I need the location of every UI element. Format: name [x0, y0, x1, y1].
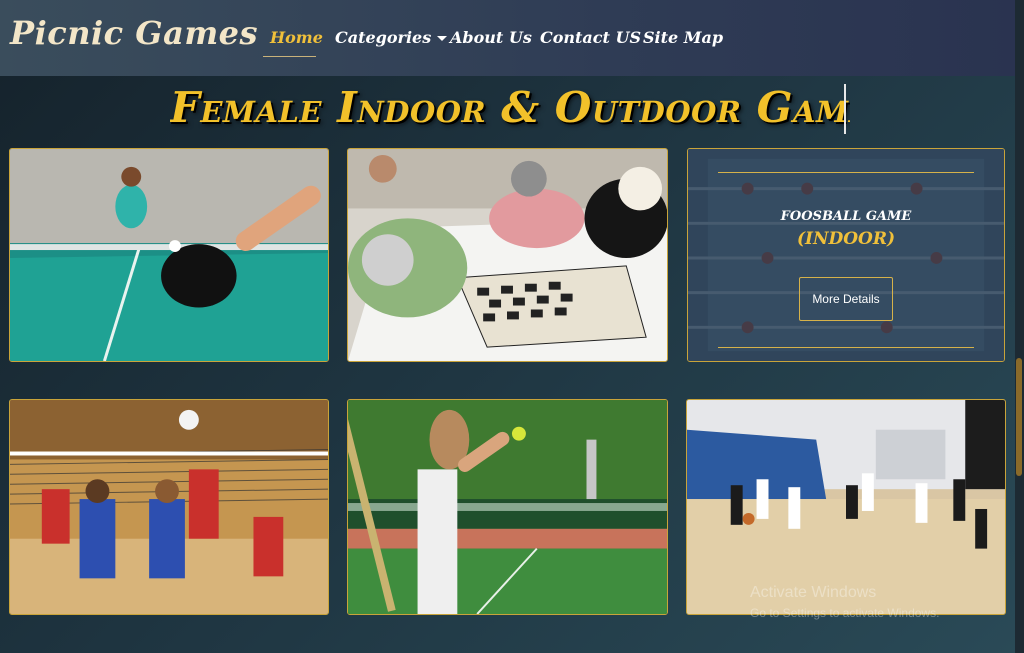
chevron-down-icon [437, 36, 448, 41]
card-tennis[interactable] [347, 399, 668, 615]
volleyball-photo [10, 400, 328, 614]
nav-site-map[interactable]: Site Map [643, 28, 723, 47]
nav-home[interactable]: Home [270, 28, 323, 47]
tennis-photo [348, 400, 667, 614]
scrollbar-thumb[interactable] [1016, 358, 1022, 476]
overlay-title: FOOSBALL GAME [780, 209, 912, 224]
nav-about-us[interactable]: About Us [450, 28, 532, 47]
activation-watermark-subtitle: Go to Settings to activate Windows. [750, 606, 940, 620]
more-details-button[interactable]: More Details [799, 277, 893, 321]
text-cursor [844, 84, 846, 134]
card-chess[interactable] [347, 148, 668, 362]
nav-contact-us[interactable]: Contact US [540, 28, 641, 47]
nav-active-underline [263, 56, 316, 57]
card-volleyball[interactable] [9, 399, 329, 615]
scrollbar-track[interactable] [1015, 0, 1024, 653]
nav-categories-label: Categories [335, 28, 432, 47]
card-foosball[interactable]: FOOSBALL GAME (INDOOR) More Details [687, 148, 1005, 362]
overlay-divider-top [718, 172, 974, 173]
table-tennis-photo [10, 149, 328, 361]
navbar: Picnic Games Home Categories About Us Co… [0, 0, 1015, 76]
overlay-subtitle: (INDOOR) [796, 229, 896, 249]
overlay-divider-bottom [718, 347, 974, 348]
activation-watermark-title: Activate Windows [750, 584, 877, 601]
page-title: Female Indoor & Outdoor Games [170, 84, 850, 132]
brand-logo[interactable]: Picnic Games [10, 14, 258, 52]
nav-categories[interactable]: Categories [335, 28, 448, 47]
foosball-photo [688, 149, 1004, 361]
card-basketball[interactable] [686, 399, 1006, 615]
chess-photo [348, 149, 667, 361]
basketball-photo [687, 400, 1005, 614]
card-table-tennis[interactable] [9, 148, 329, 362]
